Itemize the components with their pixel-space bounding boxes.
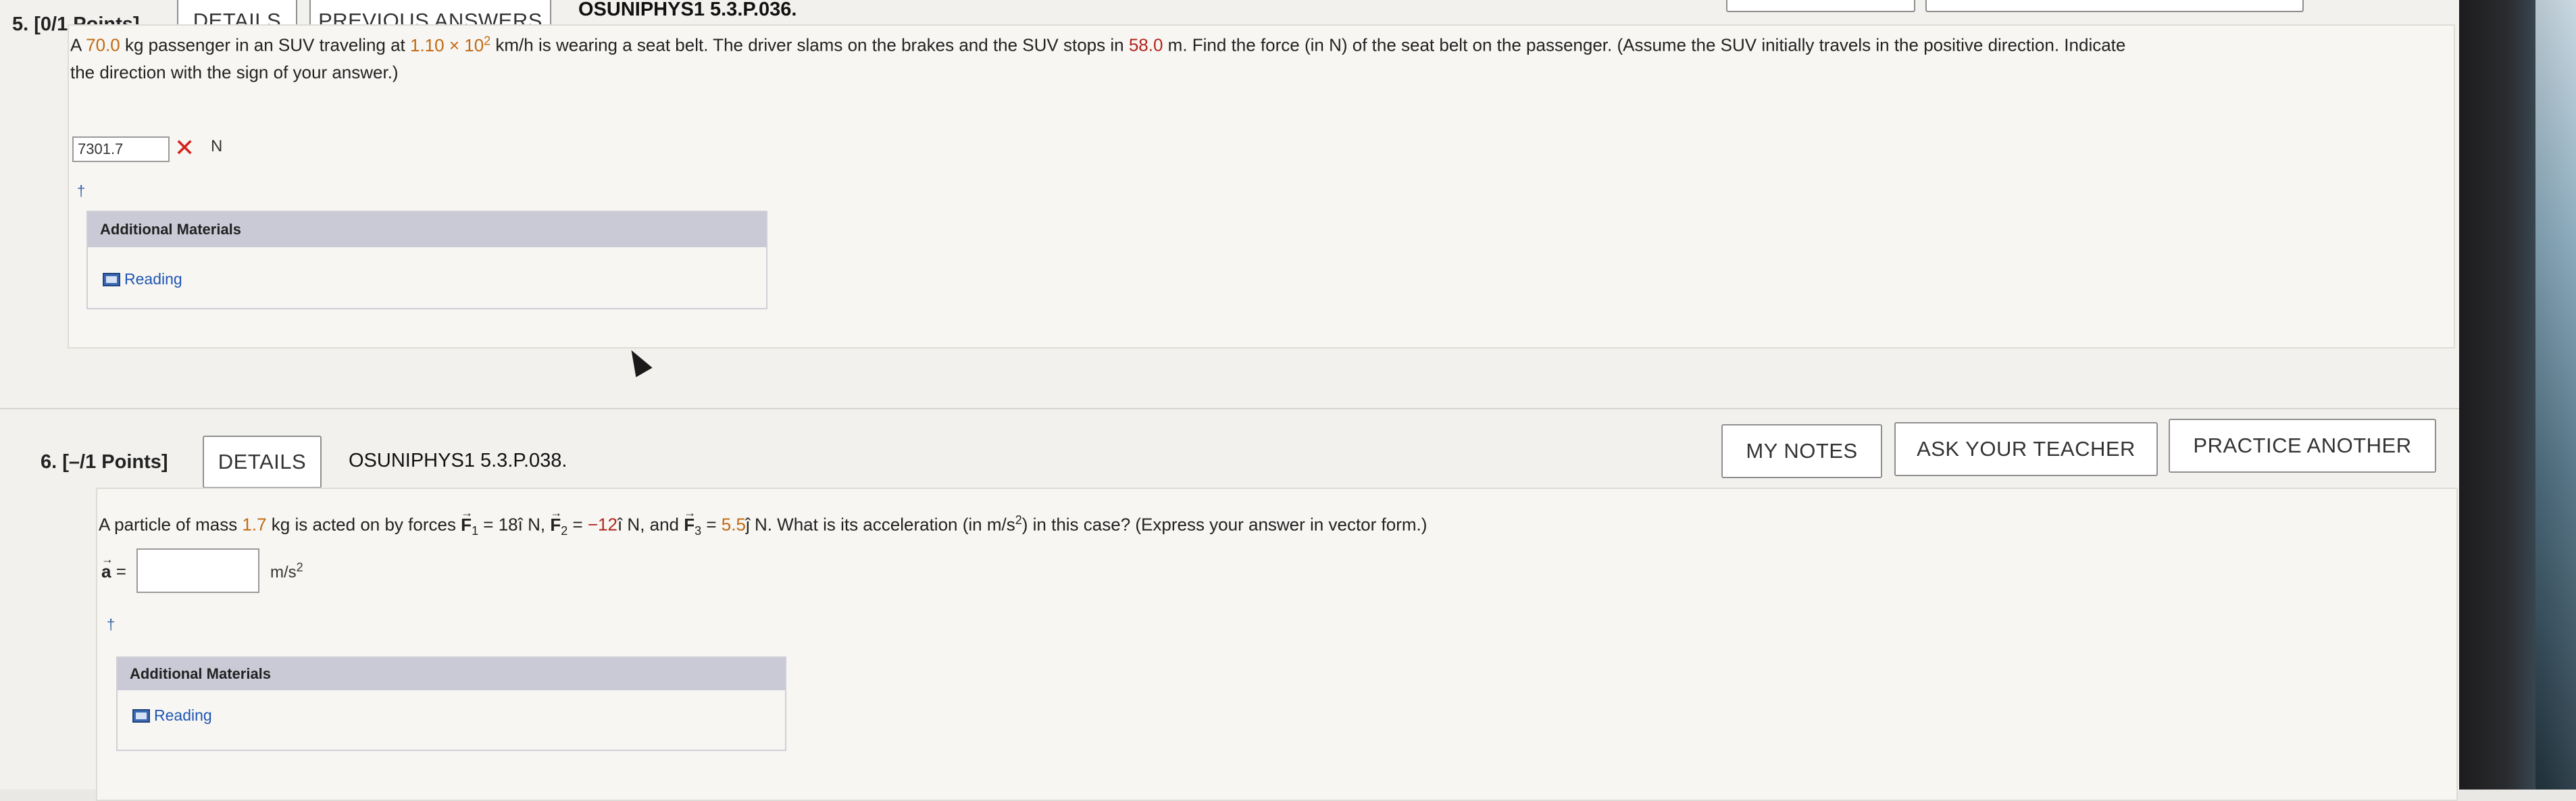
q6-mass-value: 1.7 (242, 514, 267, 535)
q5-reading-link[interactable]: Reading (103, 270, 182, 288)
close-x-icon: ✕ (174, 134, 195, 161)
question-divider (0, 408, 2459, 409)
q5-speed-value: 1.10 × 102 (410, 34, 491, 55)
q5-additional-materials-header: Additional Materials (88, 212, 766, 247)
q6-practice-another-button[interactable]: PRACTICE ANOTHER (2169, 419, 2436, 473)
q5-dagger-link[interactable]: † (77, 182, 85, 200)
bezel-reflection (2535, 0, 2576, 790)
q6-points-label: 6. [–/1 Points] (41, 451, 168, 473)
q6-answer-unit: m/s2 (270, 561, 303, 582)
q5-reading-label: Reading (124, 270, 182, 288)
q6-acceleration-label: a = (101, 546, 126, 585)
monitor-bezel (2459, 0, 2576, 790)
q6-acceleration-input[interactable] (136, 548, 259, 593)
q6-f3-value: 5.5 (721, 514, 746, 535)
q6-details-button[interactable]: DETAILS (203, 436, 322, 488)
q6-my-notes-button[interactable]: MY NOTES (1721, 424, 1882, 478)
q6-additional-materials-header: Additional Materials (118, 658, 785, 690)
q5-question-text: A 70.0 kg passenger in an SUV traveling … (70, 34, 2126, 82)
q6-f1-value: 18 (498, 514, 518, 535)
q6-f2-value: −12 (587, 514, 617, 535)
q6-question-text: A particle of mass 1.7 kg is acted on by… (99, 499, 2396, 544)
assignment-page: 5. [0/1 Points] DETAILS PREVIOUS ANSWERS… (0, 0, 2459, 801)
book-icon (103, 272, 120, 286)
q6-reading-label: Reading (154, 706, 212, 724)
q6-additional-materials: Additional Materials Reading (116, 656, 786, 751)
q5-top-right-button[interactable] (1726, 0, 1915, 12)
book-icon (132, 708, 150, 723)
q6-reading-link[interactable]: Reading (132, 706, 212, 725)
q5-distance-value: 58.0 (1128, 34, 1163, 55)
q6-question-id: OSUNIPHYS1 5.3.P.038. (349, 450, 567, 471)
q5-mass-value: 70.0 (86, 34, 120, 55)
q6-ask-your-teacher-button[interactable]: ASK YOUR TEACHER (1894, 422, 2158, 476)
mouse-cursor-icon (623, 345, 653, 378)
q5-answer-input[interactable]: 7301.7 (72, 136, 170, 162)
q5-question-id: OSUNIPHYS1 5.3.P.036. (578, 0, 797, 20)
q5-additional-materials: Additional Materials Reading (86, 211, 767, 309)
q5-top-right-button-2[interactable] (1925, 0, 2304, 12)
q5-answer-unit: N (211, 137, 223, 155)
q6-dagger-link[interactable]: † (107, 616, 115, 634)
